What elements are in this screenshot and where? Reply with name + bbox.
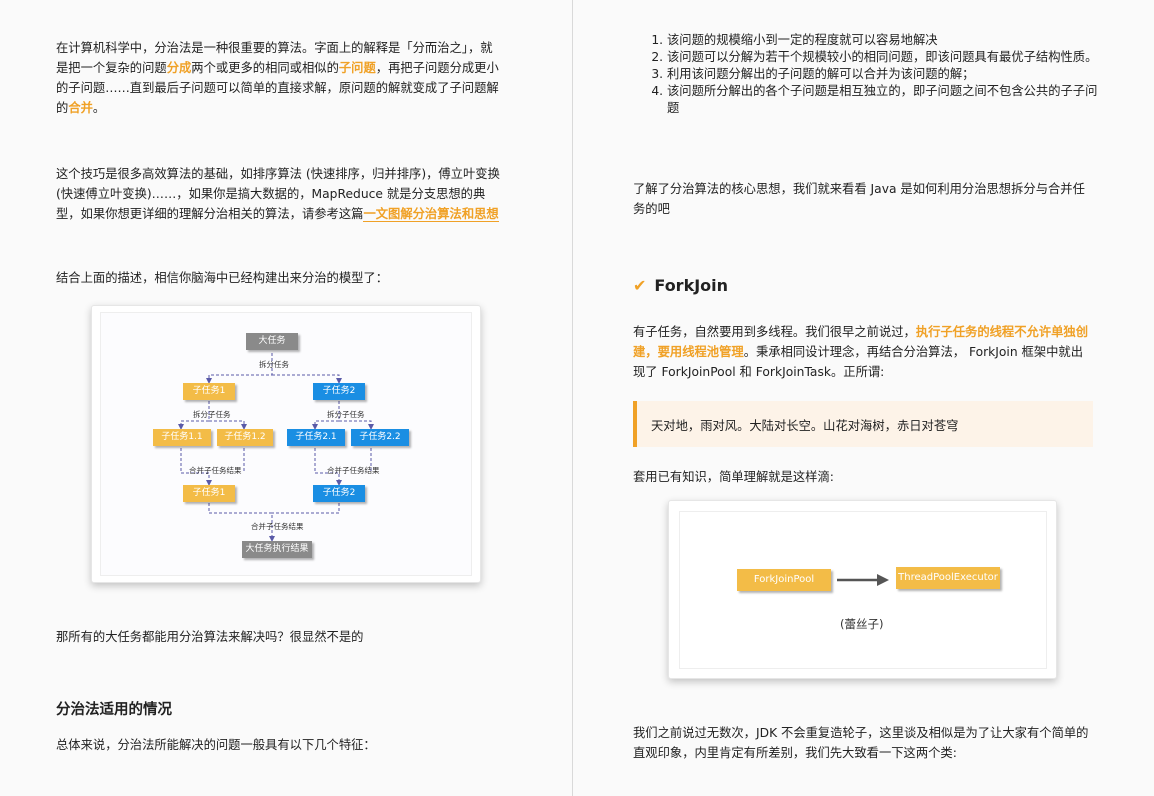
right-page: 该问题的规模缩小到一定的程度就可以容易地解决 该问题可以分解为若干个规模较小的相… bbox=[573, 0, 1154, 796]
split-subtask-label-1: 拆分子任务 bbox=[193, 410, 231, 419]
features-intro-text: 总体来说，分治法所能解决的问题一般具有以下几个特征： bbox=[56, 738, 376, 752]
quote-block: 天对地，雨对风。大陆对长空。山花对海树，赤日对苍穹 bbox=[633, 401, 1093, 447]
divide-conquer-article-link[interactable]: 一文图解分治算法和思想 bbox=[363, 207, 499, 222]
big-task-node: 大任务 bbox=[246, 333, 298, 350]
quote-text: 天对地，雨对风。大陆对长空。山花对海树，赤日对苍穹 bbox=[651, 419, 959, 433]
forkjoin-comparison-figure: ForkJoinPool ThreadPoolExecutor (蕾丝子) bbox=[668, 500, 1057, 679]
subtask22-node: 子任务2.2 bbox=[351, 429, 409, 446]
split-subtask-label-2: 拆分子任务 bbox=[327, 410, 365, 419]
simple-understanding-text: 套用已有知识，简单理解就是这样滴: bbox=[633, 470, 834, 484]
model-intro-text: 结合上面的描述，相信你脑海中已经构建出来分治的模型了： bbox=[56, 271, 389, 285]
list-item: 利用该问题分解出的子问题的解可以合并为该问题的解； bbox=[667, 66, 1107, 83]
jdk-paragraph: 我们之前说过无数次，JDK 不会重复造轮子，这里谈及相似是为了让大家有个简单的直… bbox=[633, 726, 1089, 760]
merge-label-1: 合并子任务结果 bbox=[189, 466, 242, 475]
intro-paragraph: 在计算机科学中，分治法是一种很重要的算法。字面上的解释是「分而治之」，就是把一个… bbox=[56, 41, 499, 115]
divide-conquer-diagram: 大任务 拆分任务 子任务1 子任务2 拆分子任务 拆分子任务 子任务1.1 子任… bbox=[91, 305, 481, 583]
merge-label-2: 合并子任务结果 bbox=[327, 466, 380, 475]
big-task-result-node: 大任务执行结果 bbox=[242, 541, 312, 558]
subtask11-node: 子任务1.1 bbox=[153, 429, 211, 446]
split-task-label: 拆分任务 bbox=[259, 360, 289, 369]
arrow-icon bbox=[837, 574, 889, 586]
subtask21-node: 子任务2.1 bbox=[287, 429, 345, 446]
list-item: 该问题的规模缩小到一定的程度就可以容易地解决 bbox=[667, 32, 1107, 49]
left-page: 在计算机科学中，分治法是一种很重要的算法。字面上的解释是「分而治之」，就是把一个… bbox=[0, 0, 572, 796]
result-subtask1-node: 子任务1 bbox=[183, 485, 235, 502]
question-text: 那所有的大任务都能用分治算法来解决吗？很显然不是的 bbox=[56, 630, 364, 644]
core-idea-text: 了解了分治算法的核心思想，我们就来看看 Java 是如何利用分治思想拆分与合并任… bbox=[633, 182, 1085, 216]
forkjoin-paragraph: 有子任务，自然要用到多线程。我们很早之前说过，执行子任务的线程不允许单独创建，要… bbox=[633, 325, 1089, 379]
forkjoin-heading: ✔ ForkJoin bbox=[633, 276, 729, 295]
techniques-paragraph: 这个技巧是很多高效算法的基础，如排序算法 (快速排序，归并排序)，傅立叶变换 (… bbox=[56, 167, 500, 222]
subtask12-node: 子任务1.2 bbox=[217, 429, 273, 446]
check-icon: ✔ bbox=[633, 276, 647, 295]
features-list: 该问题的规模缩小到一定的程度就可以容易地解决 该问题可以分解为若干个规模较小的相… bbox=[647, 32, 1107, 117]
subtask2-node: 子任务2 bbox=[313, 383, 365, 400]
list-item: 该问题所分解出的各个子问题是相互独立的，即子问题之间不包含公共的子子问题 bbox=[667, 83, 1107, 117]
result-subtask2-node: 子任务2 bbox=[313, 485, 365, 502]
merge-label-3: 合并子任务结果 bbox=[251, 522, 304, 531]
figure-caption: (蕾丝子) bbox=[840, 617, 884, 631]
threadpoolexecutor-box: ThreadPoolExecutor bbox=[896, 567, 1000, 589]
subtask1-node: 子任务1 bbox=[183, 383, 235, 400]
list-item: 该问题可以分解为若干个规模较小的相同问题，即该问题具有最优子结构性质。 bbox=[667, 49, 1107, 66]
forkjoinpool-box: ForkJoinPool bbox=[737, 569, 831, 591]
applicable-cases-heading: 分治法适用的情况 bbox=[56, 702, 172, 718]
